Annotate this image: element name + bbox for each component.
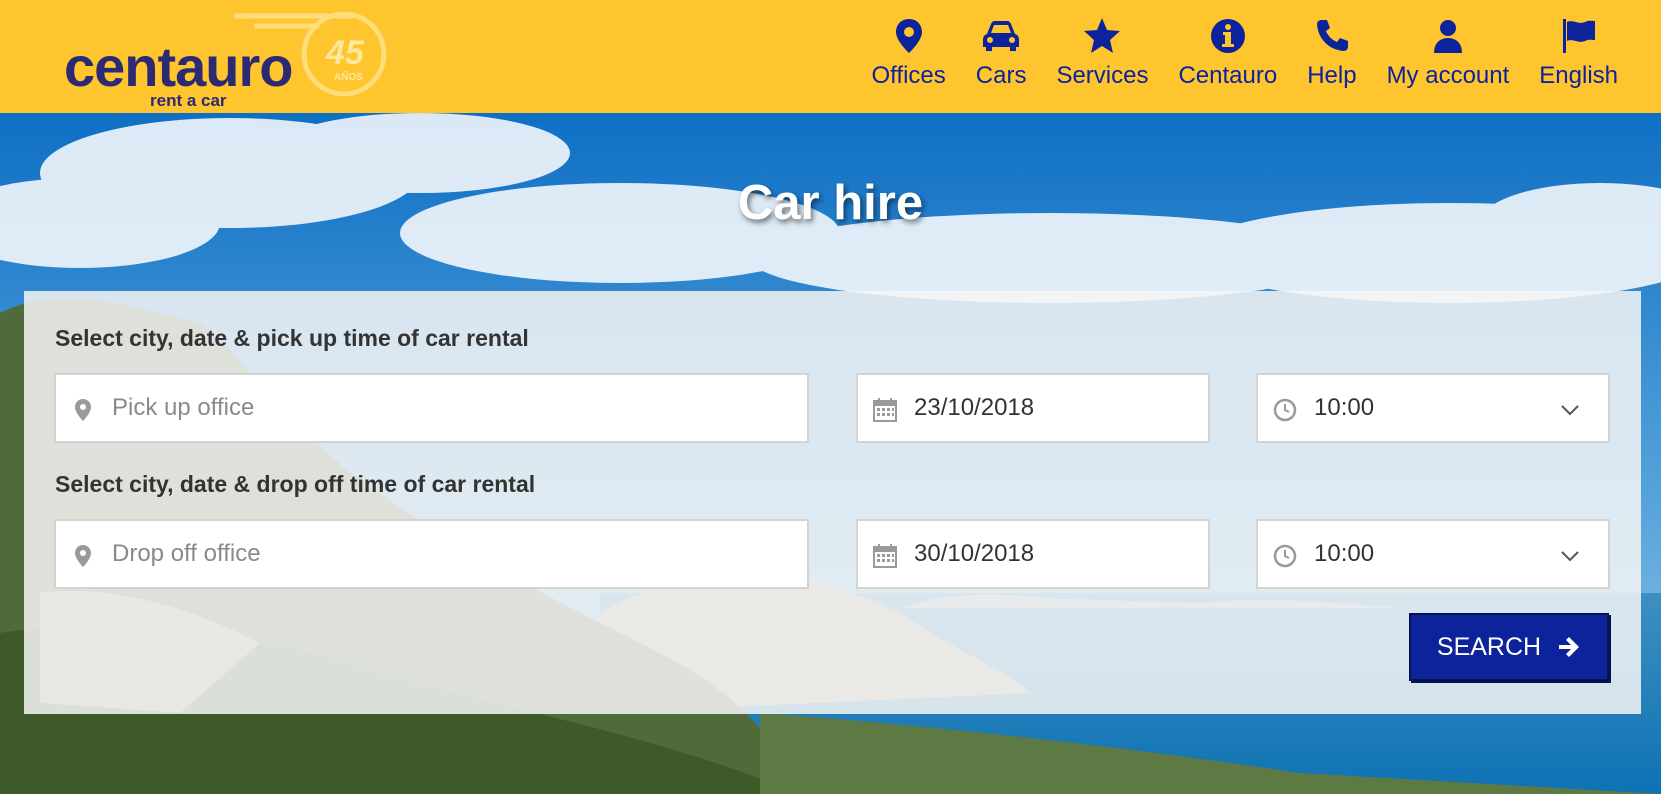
- nav-item-services[interactable]: Services: [1041, 16, 1163, 90]
- dropoff-time-select[interactable]: [1256, 519, 1610, 589]
- nav-label: Centauro: [1178, 62, 1278, 89]
- pickup-date-field[interactable]: [856, 373, 1210, 443]
- anniversary-number: 45: [325, 34, 365, 72]
- centauro-logo[interactable]: 45 AÑOS centauro rent a car: [64, 6, 394, 106]
- dropoff-office-input[interactable]: [112, 521, 793, 587]
- chevron-down-icon: [1561, 551, 1579, 562]
- chevron-down-icon: [1561, 405, 1579, 416]
- nav-item-language[interactable]: English: [1524, 16, 1633, 90]
- phone-icon: [1316, 20, 1348, 51]
- nav-label: Cars: [975, 62, 1027, 89]
- flag-icon: [1562, 19, 1595, 53]
- dropoff-office-field[interactable]: [54, 519, 809, 589]
- main-nav: Offices Cars Services Centauro Help My a…: [857, 16, 1633, 90]
- pickup-office-field[interactable]: [54, 373, 809, 443]
- nav-label: My account: [1386, 62, 1510, 89]
- pickup-time-select[interactable]: [1256, 373, 1610, 443]
- calendar-icon: [873, 544, 897, 568]
- nav-item-help[interactable]: Help: [1292, 16, 1371, 90]
- pickup-office-input[interactable]: [112, 375, 793, 441]
- pickup-section-label: Select city, date & pick up time of car …: [55, 325, 529, 351]
- nav-label: Help: [1307, 62, 1357, 89]
- map-pin-icon: [75, 545, 91, 567]
- calendar-icon: [873, 398, 897, 422]
- logo-tagline: rent a car: [150, 91, 227, 106]
- search-button-label: SEARCH: [1436, 632, 1542, 661]
- map-pin-icon: [895, 19, 922, 53]
- pickup-date-input[interactable]: [914, 375, 1194, 441]
- map-pin-icon: [75, 399, 91, 421]
- pickup-time-value[interactable]: [1314, 375, 1594, 441]
- nav-item-offices[interactable]: Offices: [857, 16, 961, 90]
- nav-label: English: [1539, 62, 1618, 89]
- logo-wordmark: centauro: [64, 35, 293, 98]
- dropoff-date-field[interactable]: [856, 519, 1210, 589]
- anniversary-word: AÑOS: [334, 70, 363, 83]
- search-button[interactable]: SEARCH: [1409, 613, 1609, 681]
- clock-icon: [1273, 544, 1297, 568]
- dropoff-date-input[interactable]: [914, 521, 1194, 587]
- dropoff-section-label: Select city, date & drop off time of car…: [55, 471, 536, 497]
- page-title: Car hire: [737, 176, 924, 230]
- search-panel: Select city, date & pick up time of car …: [24, 291, 1641, 714]
- hero-section: Car hire Select city, date & pick up tim…: [0, 113, 1661, 794]
- dropoff-time-value[interactable]: [1314, 521, 1594, 587]
- nav-item-my-account[interactable]: My account: [1372, 16, 1525, 90]
- star-icon: [1084, 18, 1121, 53]
- user-icon: [1433, 20, 1462, 53]
- nav-label: Services: [1056, 62, 1149, 89]
- arrow-right-icon: [1559, 637, 1580, 657]
- nav-item-centauro[interactable]: Centauro: [1163, 16, 1292, 90]
- car-icon: [983, 21, 1020, 51]
- site-header: 45 AÑOS centauro rent a car Offices Cars…: [0, 0, 1661, 113]
- nav-label: Offices: [871, 62, 946, 89]
- clock-icon: [1273, 398, 1297, 422]
- info-icon: [1210, 19, 1245, 53]
- nav-item-cars[interactable]: Cars: [961, 16, 1042, 90]
